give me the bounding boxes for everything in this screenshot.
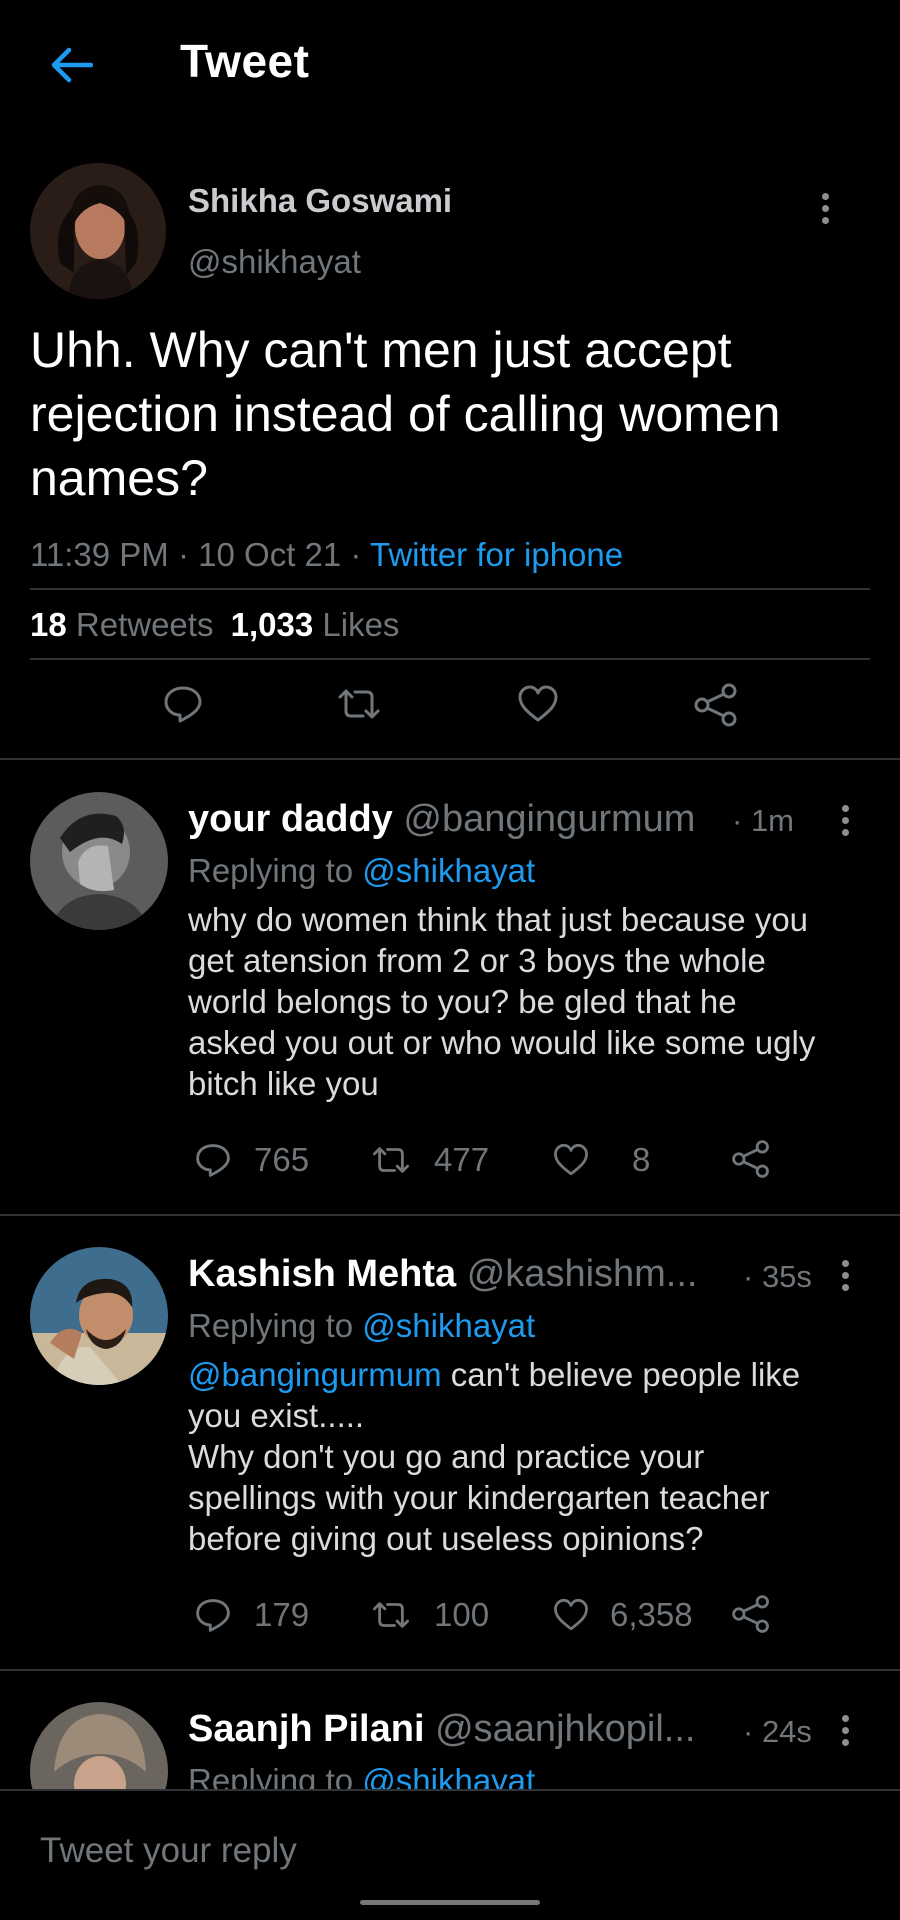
share-icon	[732, 1140, 769, 1178]
tweet-meta: 11:39 PM · 10 Oct 21 · Twitter for iphon…	[30, 536, 623, 574]
reply-count: 179	[254, 1596, 310, 1633]
divider	[0, 1214, 900, 1216]
divider	[0, 758, 900, 760]
more-options-button[interactable]	[810, 183, 840, 233]
reply-timestamp: · 24s	[743, 1714, 812, 1749]
tweet-time: 11:39 PM	[30, 536, 169, 573]
more-vertical-icon	[821, 192, 829, 224]
likes-stat[interactable]: 1,033 Likes	[231, 606, 400, 643]
meta-separator: ·	[350, 536, 370, 573]
reply-author-handle[interactable]: @kashishm...	[467, 1253, 698, 1295]
like-count: 6,358	[610, 1596, 693, 1633]
reply-count: 765	[254, 1141, 310, 1178]
share-icon	[732, 1595, 769, 1633]
profile-photo	[30, 792, 168, 930]
more-options-button[interactable]	[830, 1250, 860, 1300]
avatar[interactable]	[30, 163, 166, 299]
home-indicator[interactable]	[360, 1900, 540, 1905]
divider	[30, 658, 870, 660]
reply-button[interactable]: 179	[194, 1596, 309, 1634]
reply-author-name[interactable]: Saanjh Pilani	[188, 1708, 425, 1750]
reply-timestamp: · 1m	[732, 803, 795, 838]
reply-mention[interactable]: @bangingurmum	[188, 1356, 442, 1393]
reply-header: your daddy @bangingurmum	[188, 798, 728, 841]
retweet-button[interactable]	[335, 683, 383, 725]
retweet-icon	[338, 689, 380, 719]
arrow-left-icon	[51, 47, 93, 83]
tweet-stats: 18 Retweets 1,033 Likes	[30, 606, 399, 644]
comment-icon	[196, 1144, 230, 1177]
like-count: 8	[632, 1141, 651, 1178]
reply-author-handle[interactable]: @bangingurmum	[403, 798, 695, 840]
reply-input[interactable]: Tweet your reply	[40, 1831, 297, 1871]
comment-icon	[164, 686, 202, 723]
author-name[interactable]: Shikha Goswami	[188, 182, 452, 220]
tweet-date: 10 Oct 21	[198, 536, 342, 573]
retweet-button[interactable]: 477	[370, 1141, 489, 1179]
like-button[interactable]: 6,358	[552, 1596, 693, 1634]
share-button[interactable]	[731, 1139, 771, 1179]
heart-icon	[554, 1598, 588, 1631]
reply-author-handle[interactable]: @saanjhkopil...	[435, 1708, 695, 1750]
replying-to: Replying to @shikhayat	[188, 852, 536, 889]
meta-separator: ·	[177, 536, 199, 573]
heart-icon	[554, 1143, 588, 1176]
replying-to-mention[interactable]: @shikhayat	[362, 852, 535, 889]
back-button[interactable]	[38, 32, 104, 98]
top-bar: Tweet	[0, 0, 900, 130]
retweets-stat[interactable]: 18 Retweets	[30, 606, 213, 643]
more-options-button[interactable]	[830, 795, 860, 845]
like-button[interactable]: 8	[552, 1141, 650, 1179]
reply-text: @bangingurmum can't believe people like …	[188, 1356, 801, 1557]
reply-header: Kashish Mehta @kashishm...	[188, 1253, 748, 1296]
reply-header: Saanjh Pilani @saanjhkopil...	[188, 1708, 748, 1751]
more-options-button[interactable]	[830, 1705, 860, 1755]
share-button[interactable]	[693, 682, 739, 728]
profile-photo	[30, 1247, 168, 1385]
more-vertical-icon	[841, 804, 849, 836]
divider	[0, 1669, 900, 1671]
divider	[30, 588, 870, 590]
replying-to: Replying to @shikhayat	[188, 1307, 536, 1344]
more-vertical-icon	[841, 1259, 849, 1291]
reply-timestamp: · 35s	[743, 1259, 812, 1294]
tweet-detail-screen: Tweet Shikha Goswami @shikhayat Uhh. Why…	[0, 0, 900, 1920]
retweet-count: 100	[434, 1596, 490, 1633]
reply-text: why do women think that just because you…	[188, 901, 816, 1102]
avatar[interactable]	[30, 792, 168, 930]
tweet-source-link[interactable]: Twitter for iphone	[370, 536, 623, 573]
profile-photo	[30, 163, 166, 299]
replying-to-mention[interactable]: @shikhayat	[362, 1307, 535, 1344]
like-button[interactable]	[516, 683, 560, 725]
share-button[interactable]	[731, 1594, 771, 1634]
page-title: Tweet	[180, 35, 310, 87]
more-vertical-icon	[841, 1714, 849, 1746]
reply-author-name[interactable]: your daddy	[188, 798, 393, 840]
share-icon	[694, 683, 737, 727]
author-handle[interactable]: @shikhayat	[188, 243, 361, 281]
comment-icon	[196, 1599, 230, 1632]
reply-button[interactable]	[162, 683, 204, 725]
retweet-icon	[372, 1602, 410, 1628]
reply-author-name[interactable]: Kashish Mehta	[188, 1253, 456, 1295]
tweet-text: Uhh. Why can't men just accept rejection…	[30, 322, 781, 506]
heart-icon	[518, 685, 558, 722]
retweet-count: 477	[434, 1141, 490, 1178]
retweet-button[interactable]: 100	[370, 1596, 489, 1634]
reply-button[interactable]: 765	[194, 1141, 309, 1179]
avatar[interactable]	[30, 1247, 168, 1385]
retweet-icon	[372, 1147, 410, 1173]
